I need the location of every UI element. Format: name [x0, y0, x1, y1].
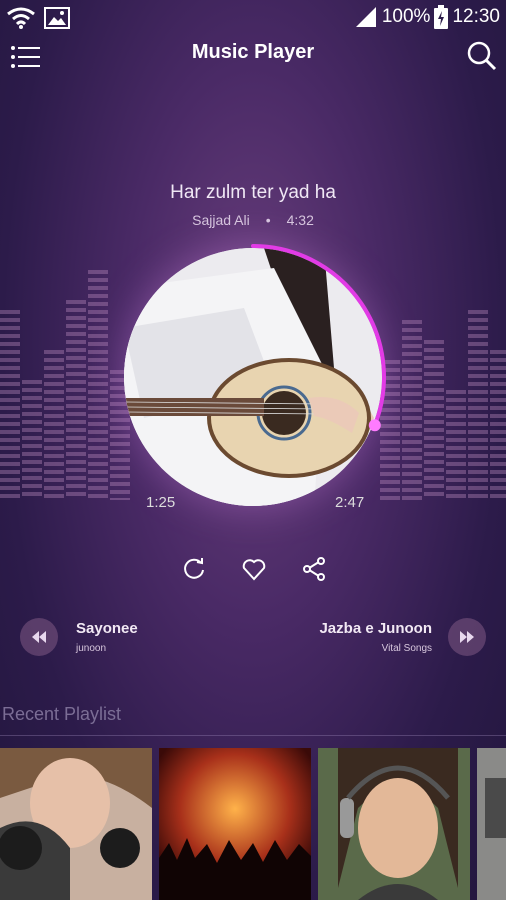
progress-knob[interactable]: [368, 419, 381, 432]
playlist-thumbnail[interactable]: [0, 748, 152, 900]
page-title: Music Player: [191, 41, 315, 63]
song-meta: Sajjad Ali • 4:32: [0, 212, 506, 228]
divider: [0, 735, 506, 736]
next-track-title[interactable]: Jazba e Junoon: [319, 620, 432, 637]
song-artist: Sajjad Ali: [192, 212, 250, 228]
battery-icon: [434, 5, 449, 29]
elapsed-time: 1:25: [146, 494, 176, 511]
section-title: Recent Playlist: [2, 704, 122, 724]
playlist-thumbnail-image: [159, 748, 311, 900]
clock: 12:30: [452, 6, 500, 27]
app-bar: Music Player: [0, 36, 506, 76]
rewind-icon: [32, 631, 46, 643]
playlist-thumbnail[interactable]: [159, 748, 311, 900]
playlist-thumbnail[interactable]: [318, 748, 470, 900]
previous-track-artist: junoon: [76, 643, 107, 654]
wifi-icon: [7, 7, 35, 29]
next-track-artist: Vital Songs: [381, 643, 432, 654]
image-icon: [44, 7, 70, 29]
signal-icon: [355, 7, 376, 27]
song-duration: 4:32: [286, 212, 314, 228]
remaining-time: 2:47: [335, 494, 365, 511]
share-icon: [303, 557, 325, 581]
previous-track-title[interactable]: Sayonee: [76, 620, 138, 637]
playlist-thumbnail-image: [477, 748, 506, 900]
repeat-icon: [184, 558, 204, 579]
heart-icon: [242, 559, 266, 581]
search-icon: [467, 41, 497, 71]
playlist-thumbnail[interactable]: [477, 748, 506, 900]
share-button[interactable]: [301, 556, 327, 582]
playlist-thumbnail-image: [0, 748, 152, 900]
meta-separator: •: [265, 212, 271, 228]
playlist-thumbnail-image: [318, 748, 470, 900]
equalizer-right: [380, 260, 506, 500]
repeat-button[interactable]: [181, 556, 207, 582]
status-bar: 100% 12:30: [0, 0, 506, 36]
fast-forward-icon: [460, 631, 474, 643]
equalizer-left: [0, 260, 130, 500]
progress-arc: [251, 244, 386, 428]
previous-track-button[interactable]: [20, 618, 58, 656]
song-title: Har zulm ter yad ha: [170, 182, 336, 203]
battery-percent: 100%: [381, 6, 431, 27]
search-button[interactable]: [466, 40, 498, 72]
progress-ring[interactable]: [118, 242, 388, 512]
favorite-button[interactable]: [241, 556, 267, 582]
next-track-button[interactable]: [448, 618, 486, 656]
